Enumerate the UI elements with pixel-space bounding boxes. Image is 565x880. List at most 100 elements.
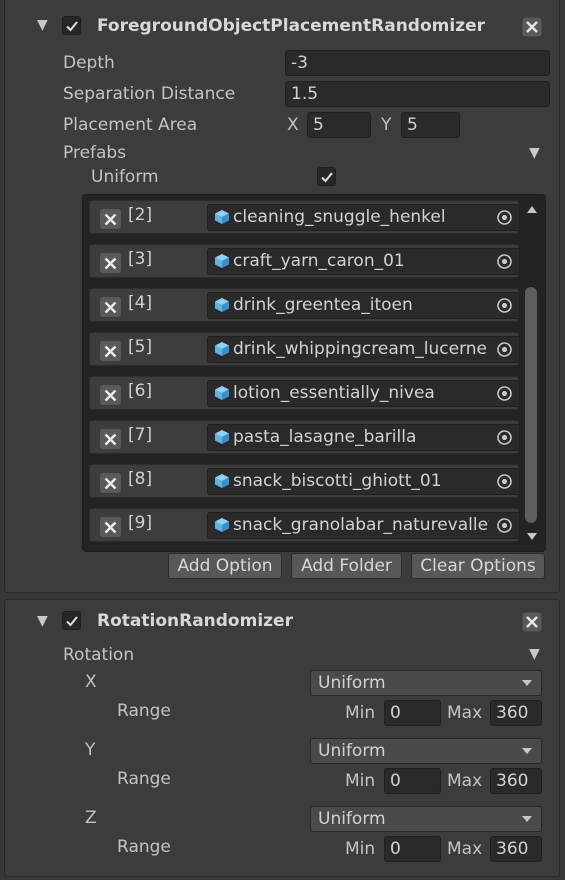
- list-item[interactable]: [8] snack_biscotti_ghiott_01: [89, 464, 520, 498]
- distribution-dropdown[interactable]: Uniform: [310, 670, 542, 696]
- list-item[interactable]: [2] cleaning_snuggle_henkel: [89, 200, 520, 234]
- uniform-label: Uniform: [91, 167, 159, 187]
- max-field[interactable]: 360: [490, 768, 542, 794]
- remove-randomizer-button[interactable]: [522, 17, 542, 42]
- list-item[interactable]: [7] pasta_lasagne_barilla: [89, 420, 520, 454]
- depth-label: Depth: [63, 53, 115, 73]
- max-field[interactable]: 360: [490, 700, 542, 726]
- enable-checkbox[interactable]: [62, 16, 81, 35]
- remove-item-button[interactable]: [100, 253, 121, 273]
- placement-y-field[interactable]: 5: [401, 112, 460, 138]
- rotation-foldout-caret-icon[interactable]: ▼: [529, 646, 540, 662]
- distribution-value: Uniform: [318, 673, 386, 693]
- prefab-list[interactable]: [2] cleaning_snuggle_henkel [3] craft_yarn_…: [82, 194, 546, 552]
- object-name: snack_biscotti_ghiott_01: [233, 471, 442, 491]
- prefab-cube-icon: [215, 210, 229, 224]
- object-picker-icon: [496, 386, 512, 401]
- list-item[interactable]: [9] snack_granolabar_naturevalley: [89, 508, 520, 542]
- max-label: Max: [447, 771, 483, 791]
- clear-options-button[interactable]: Clear Options: [411, 553, 545, 579]
- object-field[interactable]: craft_yarn_caron_01: [207, 248, 520, 275]
- separation-distance-label: Separation Distance: [63, 84, 236, 104]
- scroll-up-arrow-icon[interactable]: [527, 206, 537, 213]
- object-picker-button[interactable]: [489, 205, 519, 230]
- panel-title: ForegroundObjectPlacementRandomizer: [97, 16, 486, 36]
- separation-distance-field[interactable]: 1.5: [285, 81, 550, 107]
- object-picker-icon: [496, 430, 512, 445]
- prefab-cube-icon: [215, 430, 229, 444]
- distribution-dropdown[interactable]: Uniform: [310, 806, 542, 832]
- object-name: drink_whippingcream_lucerne: [233, 339, 488, 359]
- prefabs-foldout-caret-icon[interactable]: ▼: [529, 145, 540, 161]
- foldout-caret-icon[interactable]: ▼: [37, 613, 48, 629]
- placement-x-label: X: [287, 115, 299, 135]
- distribution-dropdown[interactable]: Uniform: [310, 738, 542, 764]
- item-index: [8]: [128, 469, 153, 489]
- checkbox-check-icon: [65, 20, 78, 31]
- object-name: cleaning_snuggle_henkel: [233, 207, 446, 227]
- axis-label: X: [85, 672, 97, 692]
- prefab-cube-icon: [215, 298, 229, 312]
- object-picker-button[interactable]: [489, 249, 519, 274]
- scrollbar-thumb[interactable]: [525, 287, 537, 523]
- scroll-down-arrow-icon[interactable]: [527, 533, 537, 540]
- close-icon: [522, 17, 542, 37]
- object-picker-button[interactable]: [489, 337, 519, 362]
- max-field[interactable]: 360: [490, 836, 542, 862]
- remove-x-icon: [104, 433, 117, 445]
- uniform-checkbox[interactable]: [317, 167, 336, 186]
- placement-x-field[interactable]: 5: [307, 112, 371, 138]
- remove-item-button[interactable]: [100, 385, 121, 405]
- object-picker-icon: [496, 254, 512, 269]
- object-picker-button[interactable]: [489, 293, 519, 318]
- axis-label: Z: [85, 808, 97, 828]
- object-field[interactable]: pasta_lasagne_barilla: [207, 424, 520, 451]
- remove-item-button[interactable]: [100, 209, 121, 229]
- list-item[interactable]: [5] drink_whippingcream_lucerne: [89, 332, 520, 366]
- enable-checkbox[interactable]: [62, 611, 81, 630]
- object-name: craft_yarn_caron_01: [233, 251, 405, 271]
- max-label: Max: [447, 839, 483, 859]
- object-field[interactable]: snack_biscotti_ghiott_01: [207, 468, 520, 495]
- axis-label: Y: [85, 740, 96, 760]
- min-field[interactable]: 0: [384, 768, 441, 794]
- remove-randomizer-button[interactable]: [522, 612, 542, 637]
- object-picker-button[interactable]: [489, 425, 519, 450]
- prefab-cube-icon: [215, 254, 229, 268]
- chevron-down-icon: [522, 680, 532, 686]
- prefab-cube-icon: [215, 386, 229, 400]
- object-field[interactable]: cleaning_snuggle_henkel: [207, 204, 520, 231]
- min-field[interactable]: 0: [384, 700, 441, 726]
- remove-item-button[interactable]: [100, 517, 121, 537]
- item-index: [2]: [128, 205, 153, 225]
- remove-x-icon: [104, 213, 117, 225]
- min-field[interactable]: 0: [384, 836, 441, 862]
- checkbox-check-icon: [65, 615, 78, 626]
- foldout-caret-icon[interactable]: ▼: [37, 17, 48, 33]
- object-picker-button[interactable]: [489, 513, 519, 538]
- object-picker-icon: [496, 342, 512, 357]
- object-field[interactable]: drink_greentea_itoen: [207, 292, 520, 319]
- remove-x-icon: [104, 345, 117, 357]
- item-index: [5]: [128, 337, 153, 357]
- remove-item-button[interactable]: [100, 297, 121, 317]
- add-folder-button[interactable]: Add Folder: [291, 553, 402, 579]
- object-name: drink_greentea_itoen: [233, 295, 413, 315]
- list-item[interactable]: [6] lotion_essentially_nivea: [89, 376, 520, 410]
- object-picker-button[interactable]: [489, 381, 519, 406]
- remove-item-button[interactable]: [100, 473, 121, 493]
- remove-item-button[interactable]: [100, 341, 121, 361]
- prefab-cube-icon: [215, 474, 229, 488]
- object-field[interactable]: drink_whippingcream_lucerne: [207, 336, 520, 363]
- item-index: [6]: [128, 381, 153, 401]
- object-field[interactable]: snack_granolabar_naturevalley: [207, 512, 520, 539]
- remove-x-icon: [104, 257, 117, 269]
- object-name: pasta_lasagne_barilla: [233, 427, 417, 447]
- depth-field[interactable]: -3: [285, 50, 550, 76]
- object-field[interactable]: lotion_essentially_nivea: [207, 380, 520, 407]
- object-picker-button[interactable]: [489, 469, 519, 494]
- add-option-button[interactable]: Add Option: [168, 553, 282, 579]
- list-item[interactable]: [3] craft_yarn_caron_01: [89, 244, 520, 278]
- list-item[interactable]: [4] drink_greentea_itoen: [89, 288, 520, 322]
- remove-item-button[interactable]: [100, 429, 121, 449]
